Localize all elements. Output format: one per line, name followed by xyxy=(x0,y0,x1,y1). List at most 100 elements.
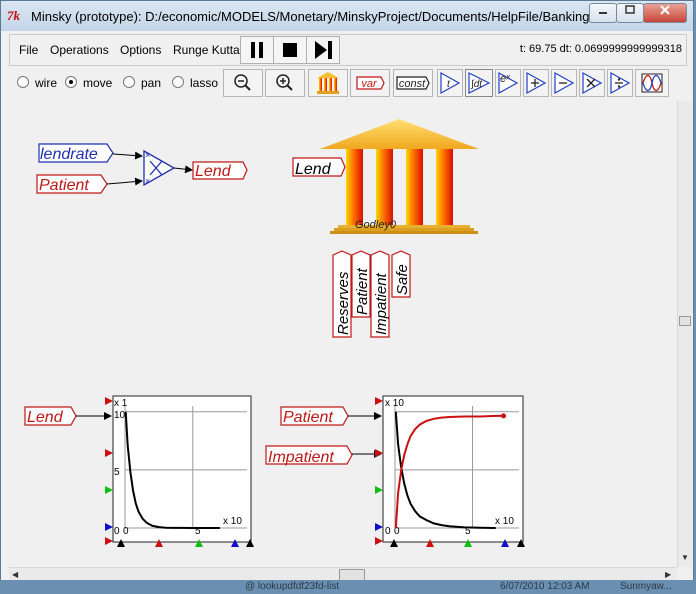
reserves-variable[interactable]: Reserves xyxy=(332,250,352,338)
maximize-icon xyxy=(625,5,635,14)
close-icon xyxy=(660,5,670,15)
plot2-patient-label: Patient xyxy=(283,409,333,426)
integrate-button[interactable]: ∫dt xyxy=(465,69,493,97)
menu-file[interactable]: File xyxy=(19,43,38,57)
radio-icon xyxy=(172,76,184,88)
plot1-x-min-label: 0 xyxy=(123,526,129,537)
plot2-patient-variable[interactable]: Patient xyxy=(280,406,349,426)
menu-operations[interactable]: Operations xyxy=(50,43,109,57)
port-marker[interactable] xyxy=(105,397,113,405)
vertical-scroll-thumb[interactable] xyxy=(679,316,691,326)
mode-lasso-label: lasso xyxy=(190,76,219,90)
bank-icon xyxy=(317,72,339,94)
zoom-out-button[interactable] xyxy=(223,69,263,97)
port-marker[interactable] xyxy=(105,449,113,457)
constant-button[interactable]: const xyxy=(393,69,433,97)
port-marker[interactable] xyxy=(375,486,383,494)
model-canvas[interactable]: lendrate Patient × × Lend Godley0 Lend R… xyxy=(9,101,677,567)
plot2-x-exponent: x 10 xyxy=(495,516,514,527)
variable-button[interactable]: var xyxy=(350,69,390,97)
pause-icon xyxy=(251,42,263,58)
plot2-impatient-label: Impatient xyxy=(268,449,334,466)
zoom-in-button[interactable] xyxy=(265,69,305,97)
exp-button[interactable]: eˣ xyxy=(495,69,521,97)
step-button[interactable] xyxy=(306,36,340,64)
mode-pan[interactable]: pan xyxy=(123,76,161,90)
menu-options[interactable]: Options xyxy=(120,43,161,57)
vertical-scrollbar[interactable]: ▼ xyxy=(677,101,692,567)
wire[interactable] xyxy=(173,165,193,174)
wire[interactable] xyxy=(106,177,143,186)
lendrate-variable[interactable]: lendrate xyxy=(38,143,114,163)
simulation-status: t: 69.75 dt: 0.0699999999999318 xyxy=(519,43,682,55)
svg-text:×: × xyxy=(145,150,150,160)
divide-button[interactable] xyxy=(607,69,633,97)
wire[interactable] xyxy=(112,151,143,160)
multiply-operation[interactable]: × × xyxy=(143,149,176,187)
minus-icon xyxy=(554,71,575,95)
add-button[interactable] xyxy=(523,69,549,97)
scroll-left-icon[interactable]: ◀ xyxy=(12,570,18,579)
step-icon xyxy=(315,41,332,59)
time-button[interactable]: t xyxy=(437,69,463,97)
godley-table[interactable]: Godley0 Lend xyxy=(292,119,479,234)
time-icon: t xyxy=(440,71,461,95)
patient-account-variable[interactable]: Patient xyxy=(351,250,371,318)
mode-move[interactable]: move xyxy=(65,76,112,90)
minimize-button[interactable] xyxy=(589,3,617,23)
impatient-account-variable[interactable]: Impatient xyxy=(370,250,390,338)
plot1-y-min-label: 0 xyxy=(114,526,120,537)
menu-bar: File Operations Options Runge Kutta t: 6… xyxy=(9,34,687,66)
safe-account-label: Safe xyxy=(394,264,411,295)
plot-button[interactable] xyxy=(635,69,669,97)
background-text: 6/07/2010 12:03 AM xyxy=(500,581,590,592)
maximize-button[interactable] xyxy=(616,3,644,23)
radio-icon xyxy=(123,76,135,88)
stop-button[interactable] xyxy=(273,36,307,64)
menu-runge-kutta[interactable]: Runge Kutta xyxy=(173,43,240,57)
exp-label: eˣ xyxy=(500,73,511,85)
port-marker[interactable] xyxy=(375,523,383,531)
divide-icon xyxy=(610,71,631,95)
scroll-down-icon[interactable]: ▼ xyxy=(681,553,689,562)
variable-icon: var xyxy=(356,76,385,90)
lend-variable[interactable]: Lend xyxy=(192,161,248,180)
plot2-impatient-variable[interactable]: Impatient xyxy=(265,445,353,466)
mode-wire-label: wire xyxy=(35,76,58,90)
patient-label: Patient xyxy=(39,177,89,194)
plus-icon xyxy=(526,71,547,95)
port-marker[interactable] xyxy=(375,397,383,405)
pause-button[interactable] xyxy=(240,36,274,64)
port-marker[interactable] xyxy=(375,449,383,457)
plot1-lend-variable[interactable]: Lend xyxy=(24,406,77,426)
plot2-y-exponent: x 10 xyxy=(385,398,404,409)
multiply-button[interactable] xyxy=(579,69,605,97)
patient-variable[interactable]: Patient xyxy=(36,174,108,194)
port-marker[interactable] xyxy=(105,523,113,531)
godley-table-button[interactable] xyxy=(308,69,348,97)
port-marker[interactable] xyxy=(375,537,383,545)
canvas-drawing: lendrate Patient × × Lend Godley0 Lend R… xyxy=(24,119,525,547)
port-marker[interactable] xyxy=(105,537,113,545)
subtract-button[interactable] xyxy=(551,69,577,97)
scroll-right-icon[interactable]: ▶ xyxy=(665,570,671,579)
close-button[interactable] xyxy=(643,3,687,23)
toolbar: wire move pan lasso var const t ∫dt eˣ xyxy=(9,67,687,99)
title-bar: 7k Minsky (prototype): D:/economic/MODEL… xyxy=(1,1,693,31)
lend-label: Lend xyxy=(195,163,232,180)
safe-account-variable[interactable]: Safe xyxy=(391,250,411,298)
mode-wire[interactable]: wire xyxy=(17,76,57,90)
plot1-y-exponent: x 1 xyxy=(114,398,128,409)
zoom-in-icon xyxy=(276,74,293,91)
godley-lend-label: Lend xyxy=(295,161,332,178)
port-marker[interactable] xyxy=(105,486,113,494)
godley-account-variables[interactable]: Reserves Patient Impatient Safe xyxy=(332,250,411,338)
zoom-out-icon xyxy=(234,74,251,91)
mode-move-label: move xyxy=(83,76,113,90)
const-label: const xyxy=(399,78,426,90)
mode-pan-label: pan xyxy=(141,76,162,90)
plot2-widget[interactable]: x 10 0 0 5 x 10 xyxy=(382,395,524,543)
lendrate-label: lendrate xyxy=(40,146,98,163)
plot1-widget[interactable]: x 1 10 5 0 0 5 x 10 xyxy=(112,395,252,543)
mode-lasso[interactable]: lasso xyxy=(172,76,218,90)
